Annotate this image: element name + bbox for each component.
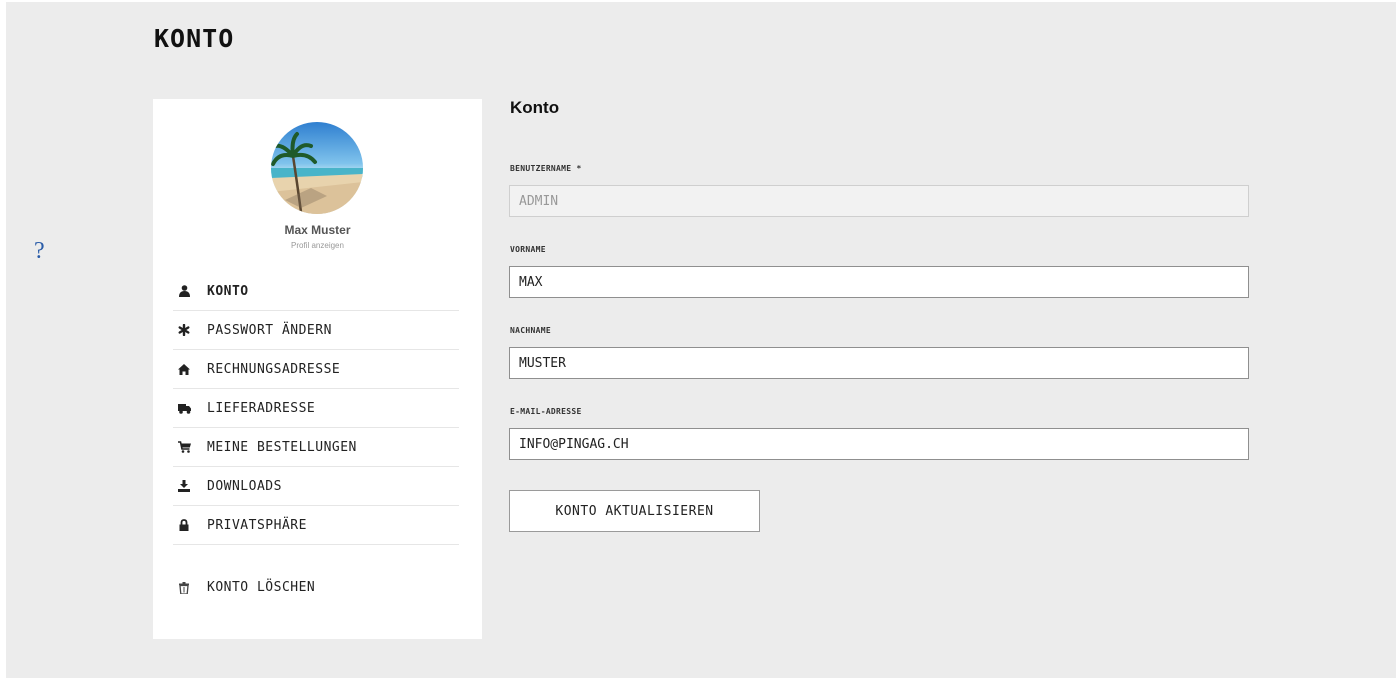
view-profile-link[interactable]: Profil anzeigen <box>153 241 482 250</box>
help-icon[interactable]: ? <box>34 238 45 265</box>
user-icon <box>177 284 191 298</box>
beach-photo-icon <box>271 122 363 214</box>
home-icon <box>177 362 191 376</box>
firstname-label: VORNAME <box>510 245 546 254</box>
account-sidebar: Max Muster Profil anzeigen KONTO PASSWOR… <box>153 99 482 639</box>
truck-icon <box>177 401 191 415</box>
email-field[interactable] <box>509 428 1249 460</box>
nav-label: KONTO LÖSCHEN <box>207 580 316 595</box>
nav-label: DOWNLOADS <box>207 478 282 494</box>
nav-item-orders[interactable]: MEINE BESTELLUNGEN <box>173 428 459 467</box>
download-icon <box>177 479 191 493</box>
lastname-label: NACHNAME <box>510 326 551 335</box>
nav-label: PASSWORT ÄNDERN <box>207 322 332 338</box>
account-nav: KONTO PASSWORT ÄNDERN RECHNUNGSADRESSE L… <box>173 272 459 545</box>
lock-icon <box>177 518 191 532</box>
update-account-button[interactable]: KONTO AKTUALISIEREN <box>509 490 760 532</box>
nav-label: KONTO <box>207 283 249 299</box>
trash-icon <box>177 581 191 595</box>
avatar[interactable] <box>271 122 363 214</box>
nav-label: LIEFERADRESSE <box>207 400 316 416</box>
nav-label: PRIVATSPHÄRE <box>207 517 307 533</box>
nav-item-downloads[interactable]: DOWNLOADS <box>173 467 459 506</box>
page-title: KONTO <box>154 24 235 53</box>
nav-item-shipping-address[interactable]: LIEFERADRESSE <box>173 389 459 428</box>
nav-label: MEINE BESTELLUNGEN <box>207 439 357 455</box>
firstname-field[interactable] <box>509 266 1249 298</box>
email-label: E-MAIL-ADRESSE <box>510 407 582 416</box>
profile-name: Max Muster <box>284 223 351 237</box>
lastname-field[interactable] <box>509 347 1249 379</box>
form-title: Konto <box>510 98 560 117</box>
nav-item-privacy[interactable]: PRIVATSPHÄRE <box>173 506 459 545</box>
nav-item-password[interactable]: PASSWORT ÄNDERN <box>173 311 459 350</box>
delete-account-button[interactable]: KONTO LÖSCHEN <box>173 580 315 595</box>
username-label: BENUTZERNAME * <box>510 164 582 173</box>
asterisk-icon <box>177 323 191 337</box>
nav-item-billing-address[interactable]: RECHNUNGSADRESSE <box>173 350 459 389</box>
cart-icon <box>177 440 191 454</box>
nav-label: RECHNUNGSADRESSE <box>207 361 341 377</box>
nav-item-konto[interactable]: KONTO <box>173 272 459 311</box>
username-field <box>509 185 1249 217</box>
